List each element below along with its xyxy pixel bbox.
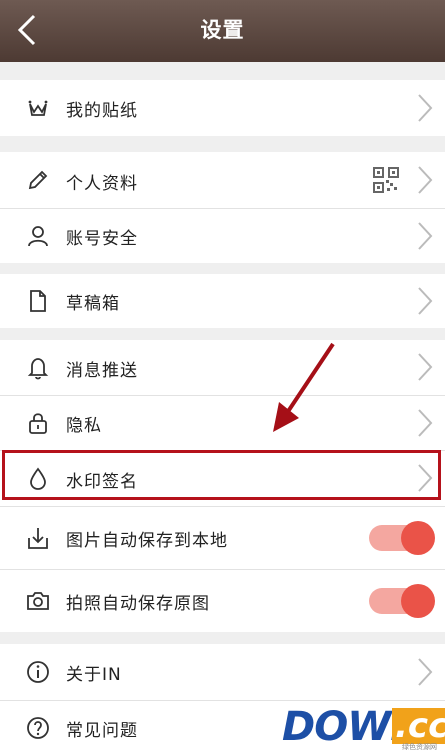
lock-icon xyxy=(29,413,47,434)
settings-row-label: 关于IN xyxy=(66,665,122,685)
settings-row-profile[interactable]: 个人资料 xyxy=(0,152,445,208)
bell-icon xyxy=(27,358,49,380)
camera-icon xyxy=(27,592,49,610)
settings-row-label: 草稿箱 xyxy=(66,294,120,314)
settings-row-label: 账号安全 xyxy=(66,229,138,249)
settings-row-privacy[interactable]: 隐私 xyxy=(0,396,445,450)
chevron-right-icon xyxy=(418,287,433,315)
camera-save-toggle[interactable] xyxy=(369,584,435,618)
chevron-right-icon xyxy=(418,222,433,250)
user-icon xyxy=(28,226,48,247)
info-icon xyxy=(27,661,49,683)
download-icon xyxy=(28,528,48,549)
site-watermark-logo: DOWN .cc 绿色资源网 xyxy=(282,704,445,751)
highlight-box xyxy=(2,450,441,500)
settings-row-autosave: 图片自动保存到本地 xyxy=(0,507,445,569)
question-icon xyxy=(27,717,49,739)
crown-sticker-icon xyxy=(28,100,48,116)
settings-row-label: 消息推送 xyxy=(66,361,138,381)
chevron-right-icon xyxy=(418,166,433,194)
settings-row-label: 隐私 xyxy=(66,416,102,436)
settings-row-label: 拍照自动保存原图 xyxy=(66,594,210,614)
settings-row-push[interactable]: 消息推送 xyxy=(0,340,445,395)
settings-row-label: 我的贴纸 xyxy=(66,101,138,121)
settings-row-label: 个人资料 xyxy=(66,174,138,194)
watermark-suffix: .cc xyxy=(392,708,445,744)
toggle-knob xyxy=(401,521,435,555)
chevron-right-icon xyxy=(418,658,433,686)
settings-row-about[interactable]: 关于IN xyxy=(0,644,445,700)
document-icon xyxy=(30,290,46,312)
chevron-right-icon xyxy=(418,94,433,122)
watermark-sub-text: 绿色资源网 xyxy=(402,743,437,751)
qr-code-icon[interactable] xyxy=(373,167,399,193)
settings-row-account-security[interactable]: 账号安全 xyxy=(0,209,445,263)
settings-row-stickers[interactable]: 我的贴纸 xyxy=(0,80,445,136)
settings-row-camera-save: 拍照自动保存原图 xyxy=(0,570,445,632)
toggle-knob xyxy=(401,584,435,618)
header-bar: 设置 xyxy=(0,0,445,62)
pencil-icon xyxy=(28,170,48,190)
settings-row-label: 常见问题 xyxy=(66,721,138,741)
autosave-toggle[interactable] xyxy=(369,521,435,555)
settings-row-drafts[interactable]: 草稿箱 xyxy=(0,274,445,328)
chevron-right-icon xyxy=(418,409,433,437)
settings-row-label: 图片自动保存到本地 xyxy=(66,531,228,551)
annotation-arrow xyxy=(273,342,335,432)
chevron-right-icon xyxy=(418,353,433,381)
page-title: 设置 xyxy=(200,18,245,42)
